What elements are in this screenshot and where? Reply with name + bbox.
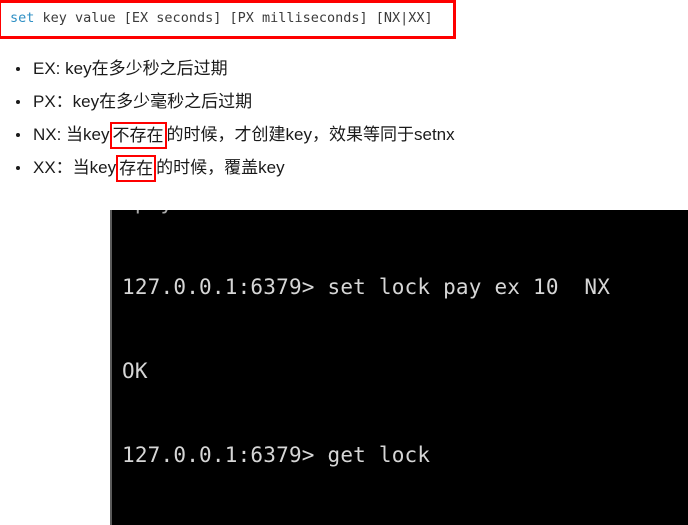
- code-keyword: set: [10, 10, 35, 26]
- bullet-text-pre: XX：当key: [33, 158, 117, 177]
- list-item: XX：当key 存在 的时候，覆盖key: [0, 151, 560, 184]
- terminal-line: 127.0.0.1:6379> get lock: [122, 443, 431, 467]
- highlight-box-exist: 存在: [116, 155, 157, 182]
- bullet-dot-icon: [16, 133, 20, 137]
- terminal-line: OK: [122, 359, 148, 383]
- bullet-dot-icon: [16, 166, 20, 170]
- bullet-text-pre: EX: key在多少秒之后过期: [33, 59, 228, 78]
- code-annotation-box: set key value [EX seconds] [PX milliseco…: [0, 0, 456, 39]
- terminal-partial-line: "pay": [122, 210, 186, 216]
- option-bullet-list: EX: key在多少秒之后过期 PX：key在多少毫秒之后过期 NX: 当key…: [0, 52, 560, 184]
- redis-cli-terminal[interactable]: "pay" 127.0.0.1:6379> set lock pay ex 10…: [110, 210, 688, 525]
- bullet-dot-icon: [16, 67, 20, 71]
- list-item: PX：key在多少毫秒之后过期: [0, 85, 560, 118]
- bullet-dot-icon: [16, 100, 20, 104]
- list-item: NX: 当key 不存在 的时候，才创建key，效果等同于setnx: [0, 118, 560, 151]
- bullet-text-pre: NX: 当key: [33, 125, 110, 144]
- terminal-output: 127.0.0.1:6379> set lock pay ex 10 NX OK…: [122, 217, 636, 525]
- code-line: set key value [EX seconds] [PX milliseco…: [10, 10, 433, 27]
- list-item: EX: key在多少秒之后过期: [0, 52, 560, 85]
- terminal-line: 127.0.0.1:6379> set lock pay ex 10 NX: [122, 275, 611, 299]
- code-arguments: key value [EX seconds] [PX milliseconds]…: [34, 10, 433, 26]
- bullet-text-post: 的时候，才创建key，效果等同于setnx: [166, 125, 455, 144]
- bullet-text-pre: PX：key在多少毫秒之后过期: [33, 92, 253, 111]
- bullet-text-post: 的时候，覆盖key: [156, 158, 285, 177]
- highlight-box-not-exist: 不存在: [109, 122, 167, 149]
